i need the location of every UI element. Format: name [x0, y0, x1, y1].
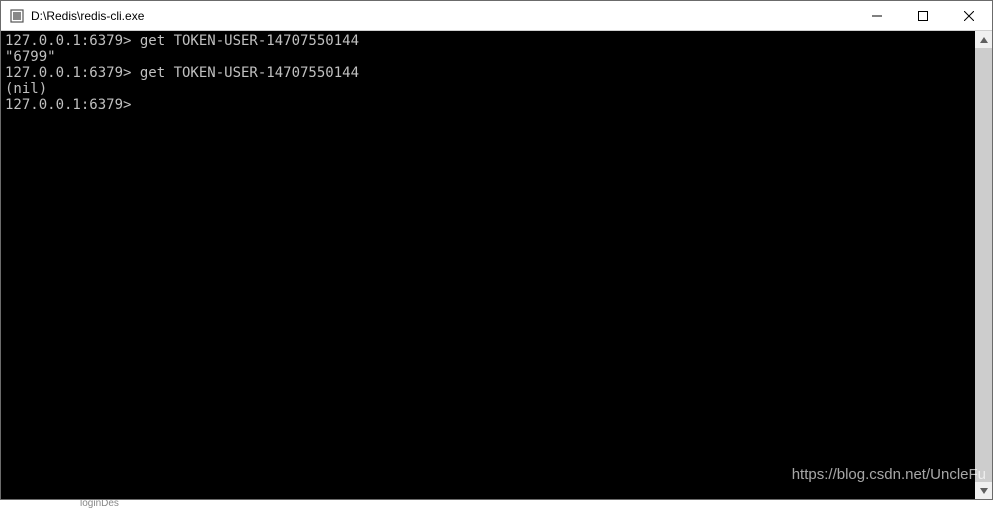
- titlebar[interactable]: D:\Redis\redis-cli.exe: [1, 1, 992, 31]
- scroll-down-button[interactable]: [975, 482, 992, 499]
- terminal-prompt-line: 127.0.0.1:6379> get TOKEN-USER-147075501…: [5, 65, 971, 81]
- terminal-output[interactable]: 127.0.0.1:6379> get TOKEN-USER-147075501…: [1, 31, 975, 499]
- scroll-track[interactable]: [975, 48, 992, 482]
- minimize-button[interactable]: [854, 1, 900, 30]
- close-button[interactable]: [946, 1, 992, 30]
- window-title: D:\Redis\redis-cli.exe: [31, 9, 854, 23]
- maximize-button[interactable]: [900, 1, 946, 30]
- console-window: D:\Redis\redis-cli.exe 127.0.0.1:6379> g…: [0, 0, 993, 500]
- terminal-prompt-line: 127.0.0.1:6379>: [5, 97, 971, 113]
- scroll-thumb[interactable]: [975, 48, 992, 482]
- terminal-output-line: (nil): [5, 81, 971, 97]
- vertical-scrollbar[interactable]: [975, 31, 992, 499]
- app-icon: [9, 8, 25, 24]
- terminal-prompt-line: 127.0.0.1:6379> get TOKEN-USER-147075501…: [5, 33, 971, 49]
- terminal-area: 127.0.0.1:6379> get TOKEN-USER-147075501…: [1, 31, 992, 499]
- scroll-up-button[interactable]: [975, 31, 992, 48]
- window-controls: [854, 1, 992, 30]
- terminal-output-line: "6799": [5, 49, 971, 65]
